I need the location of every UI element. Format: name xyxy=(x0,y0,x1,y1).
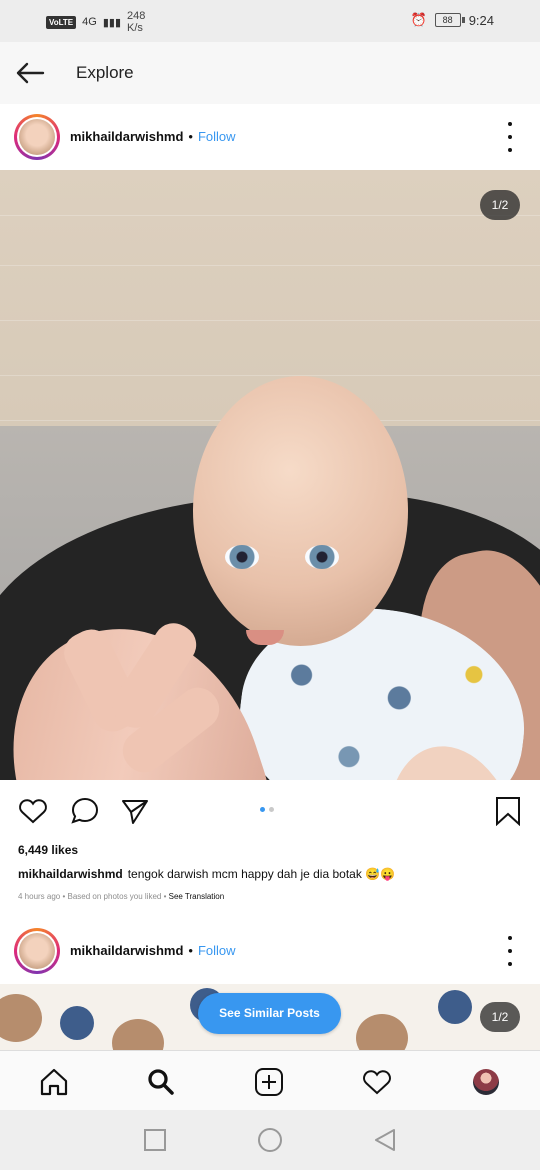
post-actions xyxy=(0,780,540,838)
avatar[interactable] xyxy=(14,928,60,974)
home-icon[interactable] xyxy=(38,1066,70,1098)
profile-avatar[interactable] xyxy=(473,1069,499,1095)
system-navigation xyxy=(0,1110,540,1170)
signal-indicator: 4G xyxy=(82,16,97,28)
username-row: mikhaildarwishmd • Follow xyxy=(70,129,236,144)
bottom-navigation xyxy=(0,1050,540,1111)
triangle-icon[interactable] xyxy=(371,1126,399,1154)
baby-eye-right xyxy=(305,545,339,569)
clock-time: 9:24 xyxy=(468,12,494,28)
recommendation-reason: Based on photos you liked xyxy=(67,892,162,901)
volte-indicator: VoLTE xyxy=(46,15,77,29)
network-speed: 248 K/s xyxy=(127,10,146,34)
avatar[interactable] xyxy=(14,114,60,160)
square-icon[interactable] xyxy=(141,1126,169,1154)
search-icon[interactable] xyxy=(145,1066,177,1098)
username-link[interactable]: mikhaildarwishmd xyxy=(70,943,183,958)
share-icon[interactable] xyxy=(120,796,150,826)
signal-bars-icon: ▮▮▮ xyxy=(102,16,122,29)
battery-icon: 88 xyxy=(434,13,465,27)
app-header: Explore xyxy=(0,42,540,105)
system-status: ⏰ 88 9:24 xyxy=(411,12,495,28)
alarm-icon: ⏰ xyxy=(410,12,427,27)
second-post-header: mikhaildarwishmd • Follow xyxy=(0,918,540,984)
follow-button[interactable]: Follow xyxy=(198,943,236,958)
username-row: mikhaildarwishmd • Follow xyxy=(70,943,236,958)
post-meta: 4 hours ago • Based on photos you liked … xyxy=(18,892,225,901)
baby-head xyxy=(193,376,408,646)
more-options-icon[interactable] xyxy=(504,122,516,152)
network-status: VoLTE 4G ▮▮▮ 248 K/s xyxy=(46,10,145,34)
username-link[interactable]: mikhaildarwishmd xyxy=(70,129,183,144)
caption-text: tengok darwish mcm happy dah je dia bota… xyxy=(127,867,396,881)
more-options-icon[interactable] xyxy=(504,936,516,966)
caption-username[interactable]: mikhaildarwishmd xyxy=(18,867,123,881)
post-header: mikhaildarwishmd • Follow xyxy=(0,104,540,170)
add-icon[interactable] xyxy=(253,1066,285,1098)
baby-eye-left xyxy=(225,545,259,569)
comment-icon[interactable] xyxy=(70,796,100,826)
heart-icon[interactable] xyxy=(18,796,48,826)
back-arrow-icon[interactable] xyxy=(14,57,46,89)
page-title: Explore xyxy=(76,63,134,82)
post-photo[interactable]: 1/2 xyxy=(0,170,540,780)
see-translation-link[interactable]: See Translation xyxy=(169,892,225,901)
post-caption: mikhaildarwishmd tengok darwish mcm happy… xyxy=(18,867,518,881)
heart-icon[interactable] xyxy=(361,1066,393,1098)
carousel-indicator xyxy=(260,807,274,812)
post-time: 4 hours ago xyxy=(18,892,61,901)
carousel-dot-active xyxy=(260,807,265,812)
circle-icon[interactable] xyxy=(256,1126,284,1154)
likes-count[interactable]: 6,449 likes xyxy=(18,843,78,857)
see-similar-posts-button[interactable]: See Similar Posts xyxy=(198,993,341,1034)
bookmark-icon[interactable] xyxy=(493,796,523,826)
photo-counter: 1/2 xyxy=(480,1002,520,1032)
photo-counter: 1/2 xyxy=(480,190,520,220)
follow-button[interactable]: Follow xyxy=(198,129,236,144)
status-bar: VoLTE 4G ▮▮▮ 248 K/s ⏰ 88 9:24 xyxy=(0,0,540,42)
carousel-dot xyxy=(269,807,274,812)
